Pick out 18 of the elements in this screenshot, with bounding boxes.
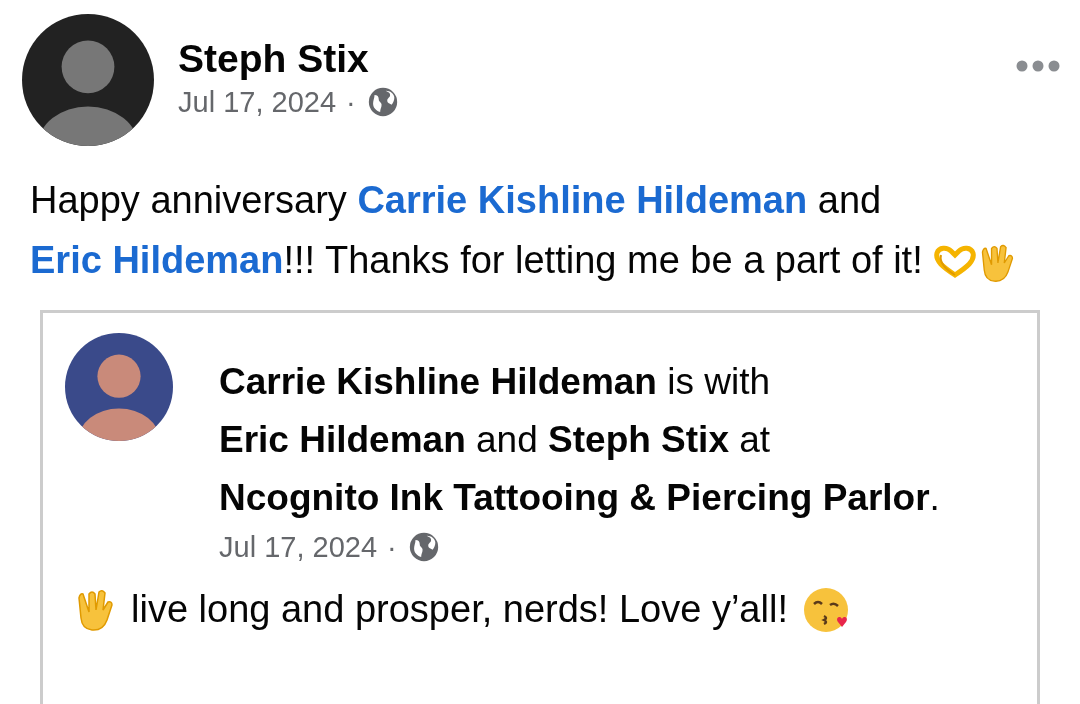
heart-hands-icon <box>933 244 978 281</box>
separator: · <box>387 530 397 565</box>
more-options-icon[interactable] <box>1016 60 1060 72</box>
post-date[interactable]: Jul 17, 2024 <box>178 82 336 122</box>
profile-link[interactable]: Carrie Kishline Hildeman <box>219 361 657 402</box>
shared-date[interactable]: Jul 17, 2024 <box>219 527 377 567</box>
kissing-face-icon <box>801 585 850 634</box>
profile-link[interactable]: Carrie Kishline Hildeman <box>357 179 808 221</box>
profile-link[interactable]: Eric Hildeman <box>219 419 466 460</box>
profile-link[interactable]: Steph Stix <box>548 419 729 460</box>
shared-headline: Carrie Kishline Hildeman is with Eric Hildeman and Steph Stix at Ncognito Ink Tattooing & Piercing Parlor. <box>219 360 941 520</box>
author-name[interactable]: Steph Stix <box>178 36 1016 82</box>
profile-link[interactable]: Ncognito Ink Tattooing & Piercing Parlor <box>219 477 930 518</box>
profile-link[interactable]: Eric Hildeman <box>30 239 284 281</box>
shared-text: live long and prosper, nerds! Love y’all! <box>131 587 788 632</box>
post-text: Happy anniversary Carrie Kishline Hildeman and Eric Hildeman!!! Thanks for letting me be a part of it! <box>30 179 923 281</box>
separator: · <box>346 85 356 120</box>
shared-post-card[interactable]: Carrie Kishline Hildeman is with Eric Hildeman and Steph Stix at Ncognito Ink Tattooing & Piercing Parlor. Jul 17, 2024 · live long and prosper, nerds! Love y’all! <box>40 310 1040 704</box>
